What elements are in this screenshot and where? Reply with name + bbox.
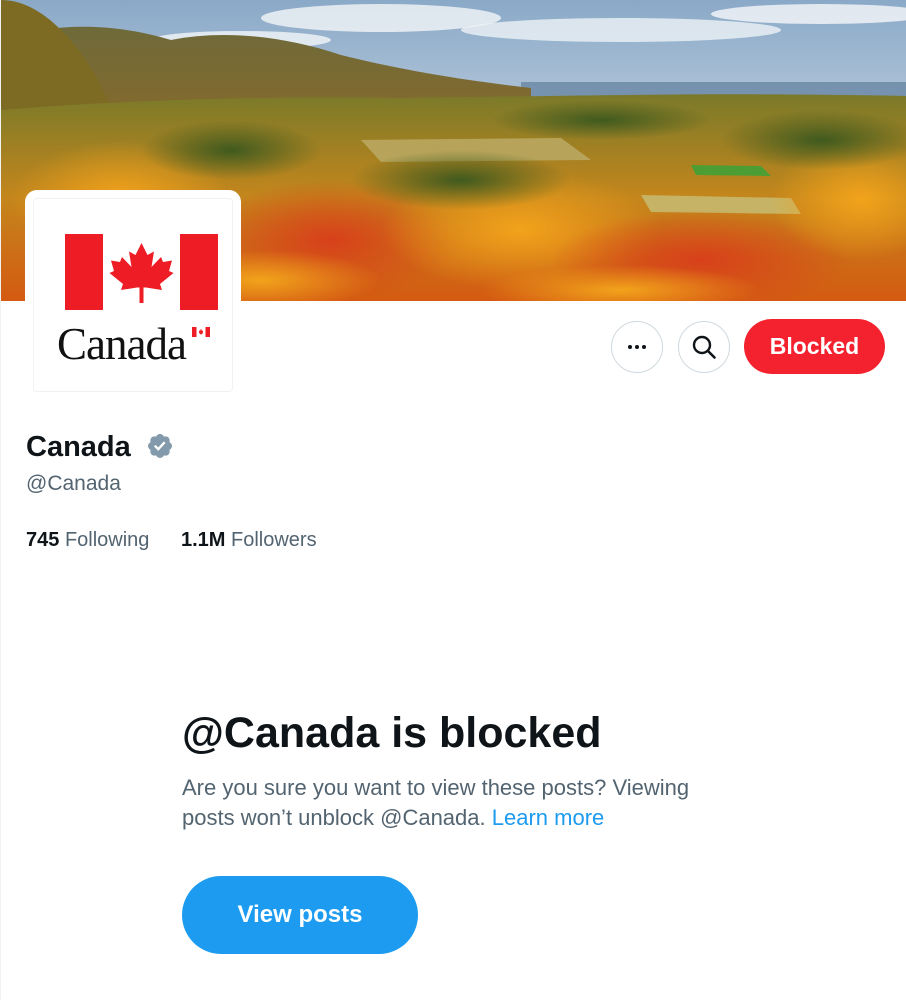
blocked-button[interactable]: Blocked bbox=[744, 319, 885, 374]
profile-display-name: Canada bbox=[26, 431, 131, 463]
followers-link[interactable]: 1.1M Followers bbox=[181, 526, 317, 554]
view-posts-button[interactable]: View posts bbox=[182, 876, 418, 954]
search-icon bbox=[692, 335, 716, 359]
following-link[interactable]: 745 Following bbox=[26, 526, 149, 554]
more-horizontal-icon bbox=[628, 345, 646, 349]
more-options-button[interactable] bbox=[611, 321, 663, 373]
followers-label: Followers bbox=[231, 529, 317, 551]
followers-count: 1.1M bbox=[180, 529, 226, 551]
profile-handle: @Canada bbox=[26, 472, 121, 495]
follow-stats: 745 Following 1.1M Followers bbox=[26, 526, 343, 554]
wordmark-flag-icon bbox=[192, 327, 210, 337]
avatar-logo-frame: Canada bbox=[33, 198, 233, 392]
profile-avatar[interactable]: Canada bbox=[25, 190, 241, 400]
learn-more-link[interactable]: Learn more bbox=[492, 805, 605, 830]
following-count: 745 bbox=[26, 529, 60, 551]
canada-flag-icon bbox=[65, 234, 218, 310]
search-posts-button[interactable] bbox=[678, 321, 730, 373]
following-label: Following bbox=[64, 529, 150, 551]
blocked-notice-text: Are you sure you want to view these post… bbox=[182, 775, 690, 830]
verified-badge-icon[interactable] bbox=[146, 432, 174, 460]
canada-wordmark: Canada bbox=[57, 319, 187, 369]
profile-page: Canada Blocked Canada @Canada 745 Follow… bbox=[0, 0, 906, 1000]
blocked-notice-title: @Canada is blocked bbox=[182, 709, 602, 757]
blocked-notice-description: Are you sure you want to view these post… bbox=[182, 773, 742, 833]
